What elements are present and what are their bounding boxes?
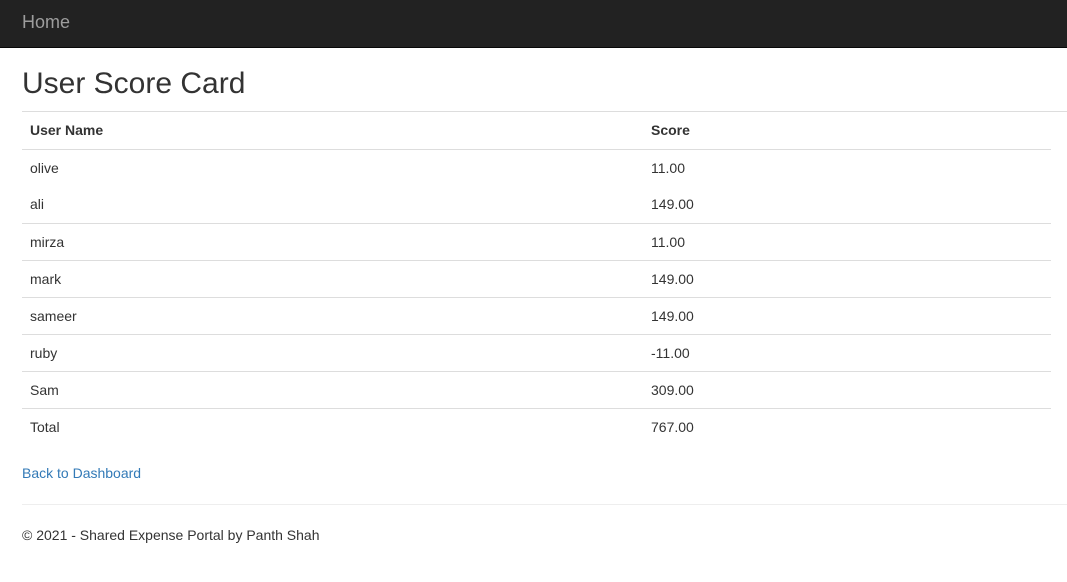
user-name-cell: olive	[22, 148, 643, 186]
user-name-cell: ali	[30, 196, 45, 213]
total-row: Total 767.00	[22, 407, 1051, 445]
table-header-row: User Name Score	[22, 112, 1051, 150]
user-name-cell: Sam	[22, 370, 643, 408]
column-header-user-name: User Name	[22, 112, 643, 150]
score-cell: -11.00	[643, 333, 1051, 371]
table-row: ali 149.00	[22, 186, 1051, 223]
score-cell: 767.00	[643, 407, 1051, 445]
table-row: sameer 149.00	[22, 296, 1051, 334]
table-row: mirza 11.00	[22, 222, 1051, 260]
table-row: mark 149.00	[22, 259, 1051, 297]
table-row: olive 11.00	[22, 148, 1051, 186]
score-cell: 149.00	[651, 196, 694, 213]
home-link[interactable]: Home	[22, 12, 70, 32]
user-name-cell: mark	[22, 259, 643, 297]
score-cell: 11.00	[643, 148, 1051, 186]
score-cell: 149.00	[643, 296, 1051, 334]
user-name-cell: ruby	[22, 333, 643, 371]
score-table: User Name Score olive 11.00 ali 149.00 mirza…	[22, 112, 1051, 445]
back-to-dashboard-link[interactable]: Back to Dashboard	[22, 465, 141, 481]
table-row: Sam 309.00	[22, 370, 1051, 408]
navbar: Home	[0, 0, 1067, 48]
footer-divider	[22, 504, 1067, 505]
user-name-cell: mirza	[22, 222, 643, 260]
user-name-cell: Total	[22, 407, 643, 445]
page-title: User Score Card	[22, 67, 246, 100]
score-cell: 149.00	[643, 259, 1051, 297]
score-cell: 11.00	[643, 222, 1051, 260]
footer: © 2021 - Shared Expense Portal by Panth …	[22, 527, 320, 543]
score-cell: 309.00	[643, 370, 1051, 408]
column-header-score: Score	[643, 112, 1051, 150]
user-name-cell: sameer	[22, 296, 643, 334]
table-row: ruby -11.00	[22, 333, 1051, 371]
